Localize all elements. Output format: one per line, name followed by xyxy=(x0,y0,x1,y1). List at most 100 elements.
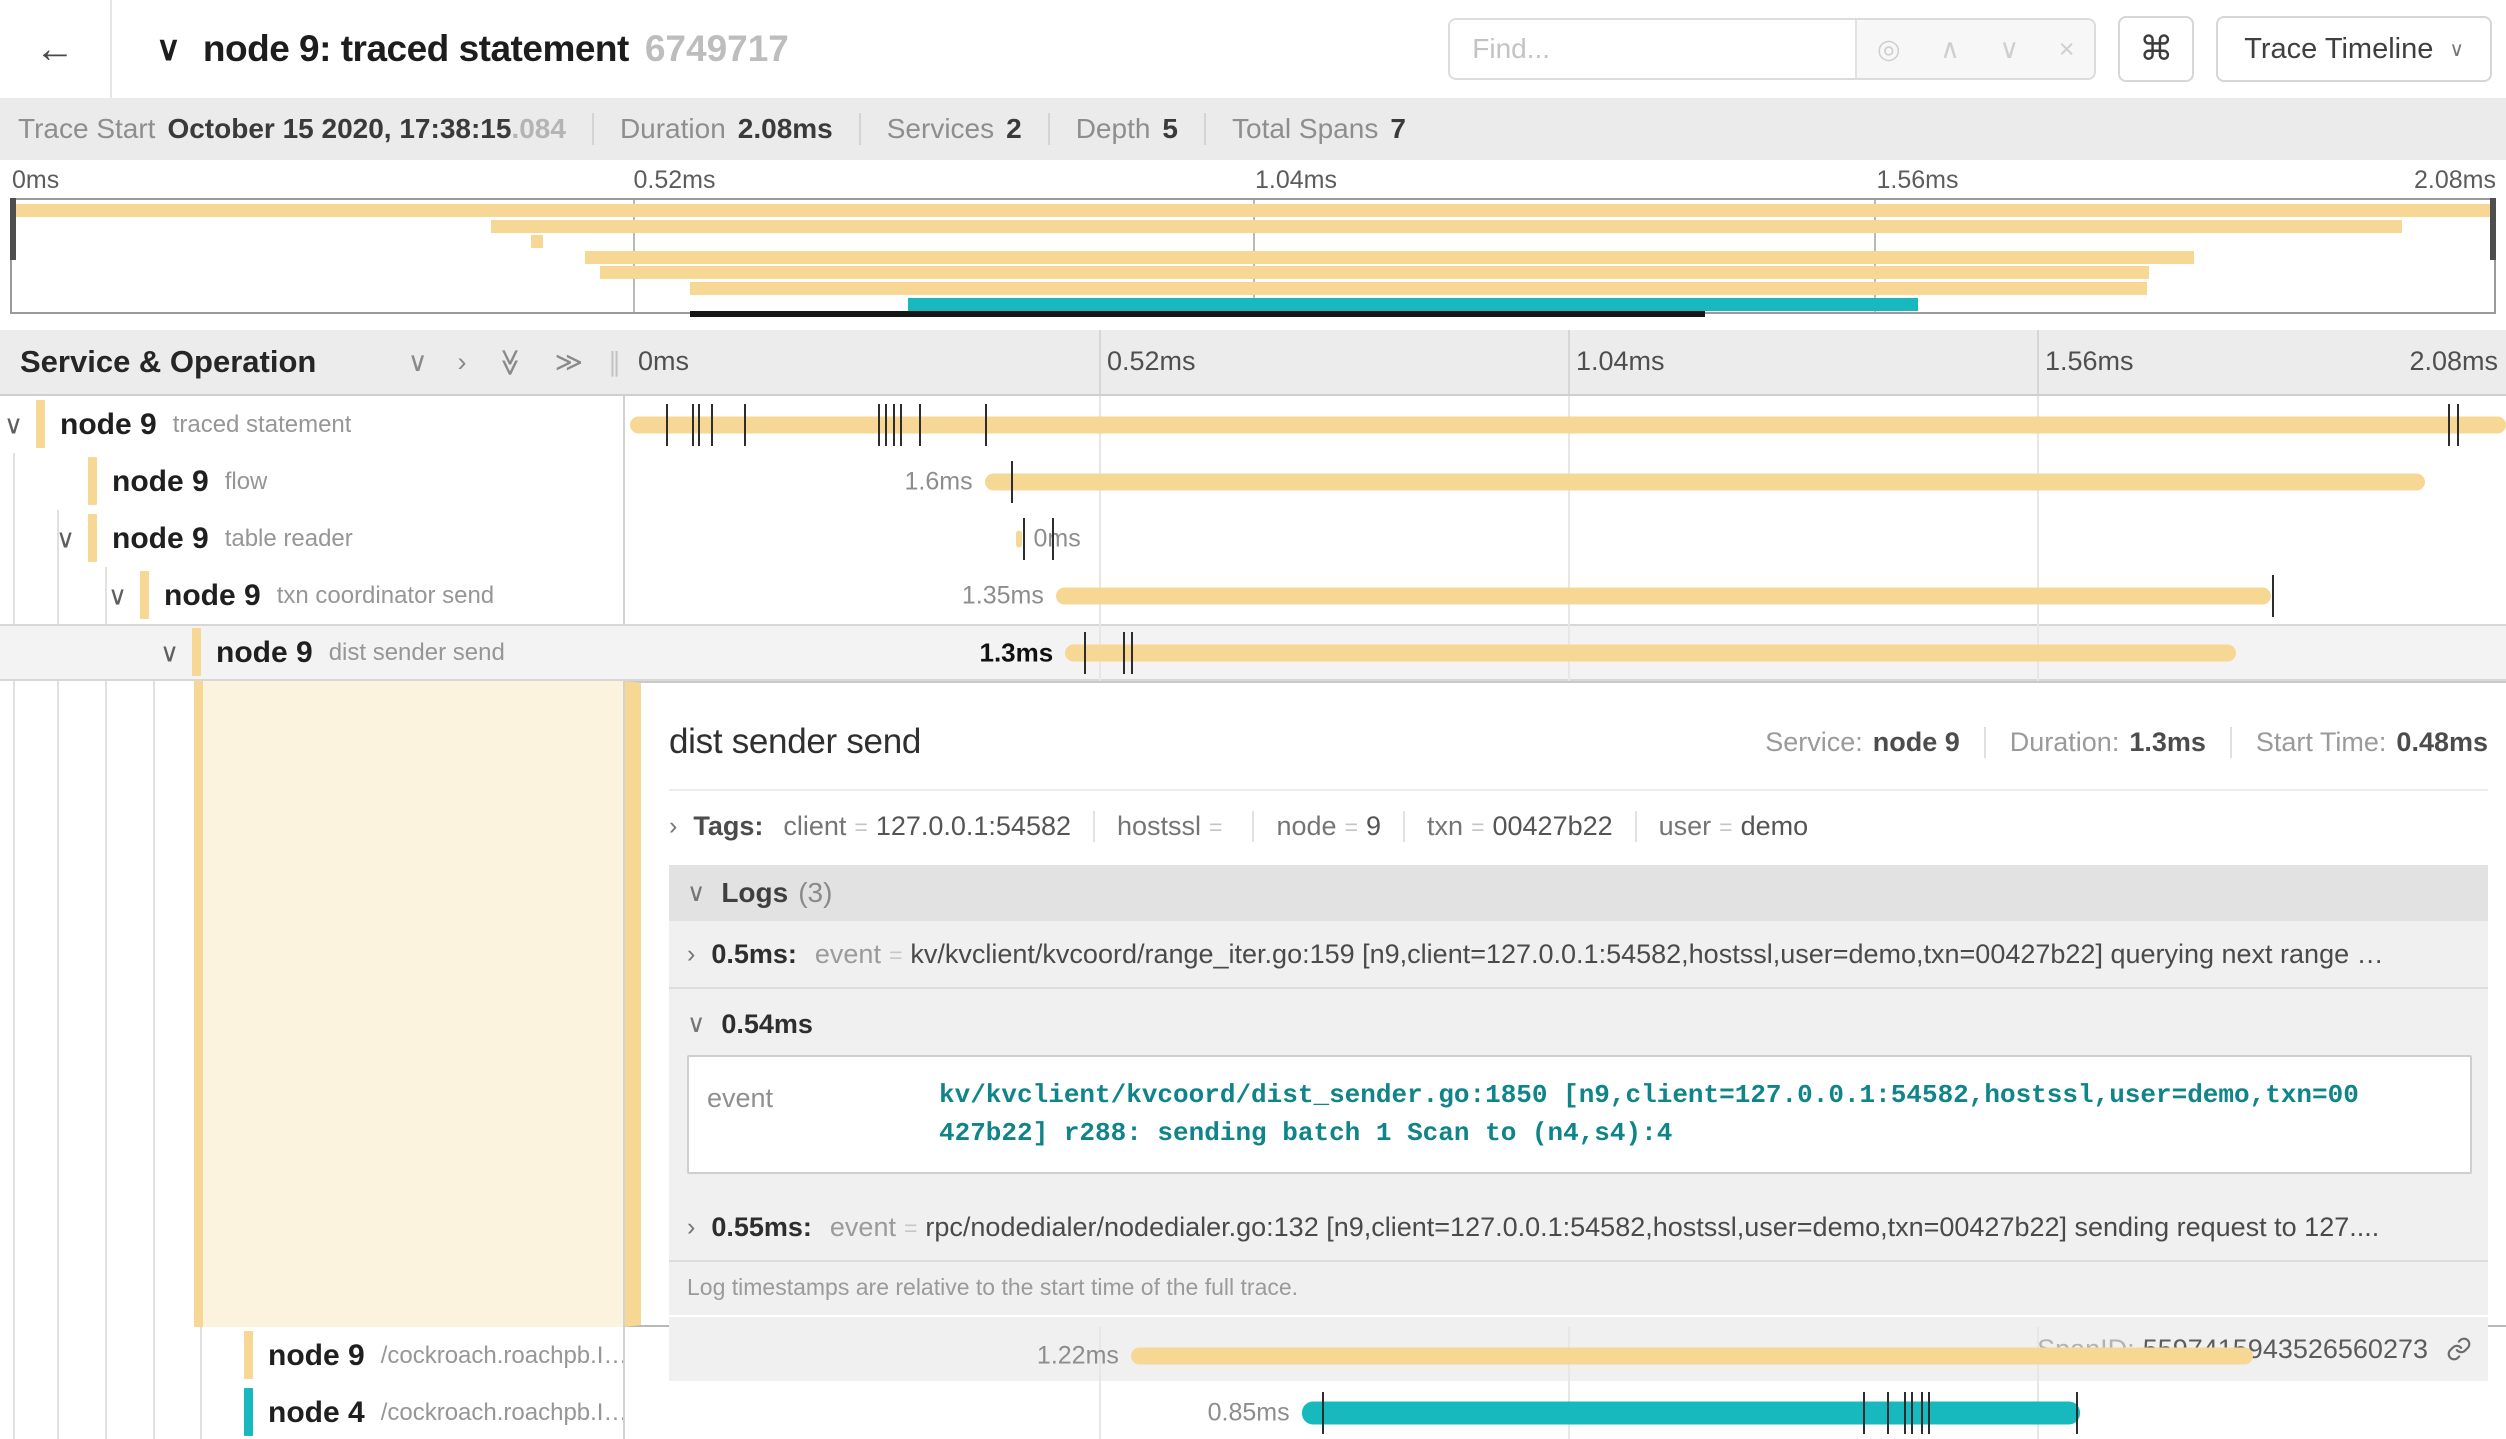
minimap-viewport-indicator[interactable] xyxy=(690,311,1705,317)
span-tree-cell[interactable]: ∨node 9dist sender send xyxy=(0,624,623,681)
span-row[interactable]: ∨node 9traced statement xyxy=(0,396,2506,453)
log-timestamp: 0.55ms: xyxy=(711,1212,812,1243)
find-input[interactable] xyxy=(1450,20,1855,78)
collapse-chevron-icon[interactable]: ∨ xyxy=(687,878,705,908)
span-bar-cell[interactable]: 1.6ms xyxy=(623,453,2506,510)
collapse-chevron-icon[interactable]: ∨ xyxy=(160,637,179,668)
span-row[interactable]: ∨node 9txn coordinator send1.35ms xyxy=(0,567,2506,624)
column-resize-handle[interactable]: ∥ xyxy=(608,347,621,378)
span-row[interactable]: node 9/cockroach.roachpb.I…1.22ms xyxy=(0,1327,2506,1384)
span-tree-cell[interactable]: ∨node 9traced statement xyxy=(0,396,623,453)
timeline-gridline xyxy=(2037,510,2039,567)
timeline-gridline xyxy=(2037,330,2039,394)
span-tree-cell[interactable]: node 4/cockroach.roachpb.I… xyxy=(0,1384,623,1439)
span-bar-cell[interactable]: 1.3ms xyxy=(623,624,2506,681)
prev-result-icon[interactable]: ∧ xyxy=(1940,34,1960,65)
span-track: 1.22ms xyxy=(630,1327,2506,1384)
locate-icon[interactable]: ◎ xyxy=(1877,34,1901,65)
log-marker-tick xyxy=(1863,1392,1865,1434)
minimap-canvas[interactable] xyxy=(10,198,2496,314)
minimap-left-handle[interactable] xyxy=(10,198,16,260)
service-color-bar xyxy=(140,571,149,619)
log-timestamp: 0.5ms: xyxy=(711,939,797,970)
collapse-chevron-icon[interactable]: ∨ xyxy=(156,29,181,69)
log-marker-tick xyxy=(1023,518,1025,560)
span-row[interactable]: node 4/cockroach.roachpb.I…0.85ms xyxy=(0,1384,2506,1439)
span-track: 0.85ms xyxy=(630,1384,2506,1439)
log-marker-tick xyxy=(2448,404,2450,446)
span-bar[interactable] xyxy=(1302,1401,2081,1424)
span-tree-cell[interactable]: node 9/cockroach.roachpb.I… xyxy=(0,1327,623,1384)
span-tree-cell[interactable]: ∨node 9txn coordinator send xyxy=(0,567,623,624)
minimap-axis-tick: 0.52ms xyxy=(634,166,716,195)
collapse-all-icon[interactable]: ≫ xyxy=(495,348,526,376)
timeline-gridline xyxy=(1568,510,1570,567)
collapse-chevron-icon[interactable]: ∨ xyxy=(56,523,75,554)
service-name: node 9 xyxy=(164,579,261,613)
service-color-bar xyxy=(192,628,201,676)
log-summary: event=kv/kvclient/kvcoord/range_iter.go:… xyxy=(815,939,2472,970)
span-bar-cell[interactable]: 1.22ms xyxy=(623,1327,2506,1384)
service-name: node 9 xyxy=(216,636,313,670)
stat-services: Services2 xyxy=(859,113,1022,145)
span-bar[interactable] xyxy=(1131,1347,2253,1364)
minimap-span-bar xyxy=(908,298,1918,311)
log-marker-tick xyxy=(985,404,987,446)
span-bar[interactable] xyxy=(1065,644,2236,661)
operation-name: /cockroach.roachpb.I… xyxy=(381,1342,623,1370)
log-marker-tick xyxy=(1887,1392,1889,1434)
clear-search-icon[interactable]: × xyxy=(2059,34,2075,65)
span-row[interactable]: node 9flow 1.6ms xyxy=(0,453,2506,510)
span-tree-cell[interactable]: node 9flow xyxy=(0,453,623,510)
span-detail-meta: Service:node 9 Duration:1.3ms Start Time… xyxy=(1765,727,2488,758)
collapse-one-icon[interactable]: ∨ xyxy=(408,347,428,378)
service-name: node 9 xyxy=(112,522,209,556)
collapse-chevron-icon[interactable]: ∨ xyxy=(4,409,23,440)
next-result-icon[interactable]: ∨ xyxy=(1999,34,2019,65)
span-bar-cell[interactable]: 0.85ms xyxy=(623,1384,2506,1439)
minimap-span-bar xyxy=(12,204,2494,217)
span-bar[interactable] xyxy=(1016,530,1023,547)
tags-row[interactable]: › Tags: client=127.0.0.1:54582hostssl=no… xyxy=(669,795,2488,857)
expand-chevron-icon[interactable]: › xyxy=(687,940,695,969)
collapse-chevron-icon[interactable]: ∨ xyxy=(108,580,127,611)
span-bar[interactable] xyxy=(1056,587,2272,604)
span-bar[interactable] xyxy=(630,416,2506,433)
expand-chevron-icon[interactable]: › xyxy=(669,812,677,841)
span-bar-cell[interactable]: 1.35ms xyxy=(623,567,2506,624)
keyboard-shortcuts-button[interactable]: ⌘ xyxy=(2118,16,2194,82)
span-row[interactable]: ∨node 9dist sender send1.3ms xyxy=(0,624,2506,681)
page-header: ← ∨ node 9: traced statement 6749717 ◎ ∧… xyxy=(0,0,2506,98)
stat-trace-start: Trace Start October 15 2020, 17:38:15.08… xyxy=(18,113,566,145)
log-entry[interactable]: › 0.5ms: event=kv/kvclient/kvcoord/range… xyxy=(669,921,2488,987)
find-buttons: ◎ ∧ ∨ × xyxy=(1855,20,2094,78)
logs-header[interactable]: ∨ Logs (3) xyxy=(669,865,2488,921)
span-bar-cell[interactable]: 0ms xyxy=(623,510,2506,567)
span-duration-label: 1.6ms xyxy=(904,467,972,496)
span-bar[interactable] xyxy=(985,473,2426,490)
back-arrow-icon[interactable]: ← xyxy=(35,27,75,72)
log-entry[interactable]: › 0.55ms: event=rpc/nodedialer/nodediale… xyxy=(669,1194,2488,1260)
expand-chevron-icon[interactable]: › xyxy=(687,1213,695,1242)
minimap-right-handle[interactable] xyxy=(2490,198,2496,260)
back-button[interactable]: ← xyxy=(0,0,112,98)
timeline-gridline xyxy=(1099,330,1101,394)
span-track: 1.35ms xyxy=(630,567,2506,624)
trace-title-wrap[interactable]: ∨ node 9: traced statement 6749717 xyxy=(112,0,1448,98)
view-selector-button[interactable]: Trace Timeline ∨ xyxy=(2216,16,2492,82)
expand-all-icon[interactable]: ≫ xyxy=(555,347,583,378)
expand-one-icon[interactable]: › xyxy=(457,347,466,378)
log-entry-expanded[interactable]: ∨ 0.54ms event kv/kvclient/kvcoord/dist_… xyxy=(669,987,2488,1194)
log-timestamp: 0.54ms xyxy=(721,1009,813,1040)
stat-depth: Depth5 xyxy=(1048,113,1178,145)
timeline-axis-tick: 1.04ms xyxy=(1576,346,1665,377)
logs-count: (3) xyxy=(798,877,832,909)
span-row[interactable]: ∨node 9table reader0ms xyxy=(0,510,2506,567)
minimap-axis-tick: 1.04ms xyxy=(1255,166,1337,195)
tag-item: hostssl= xyxy=(1093,811,1252,842)
span-tree-cell[interactable]: ∨node 9table reader xyxy=(0,510,623,567)
span-bar-cell[interactable] xyxy=(623,396,2506,453)
collapse-chevron-icon[interactable]: ∨ xyxy=(687,1009,705,1039)
log-marker-tick xyxy=(2272,575,2274,617)
minimap-span-bar xyxy=(531,235,543,248)
